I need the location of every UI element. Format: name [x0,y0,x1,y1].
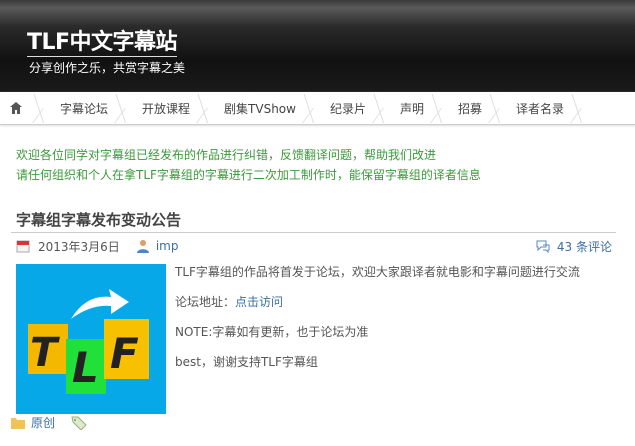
calendar-icon [16,240,30,253]
post-thanks: best，谢谢支持TLF字幕组 [175,355,318,369]
post-author[interactable]: imp [156,239,179,253]
site-tagline: 分享创作之乐，共赏字幕之美 [29,61,186,75]
tlf-logo-image: T L F [28,289,149,394]
forum-link[interactable]: 点击访问 [235,295,283,309]
post-date: 2013年3月6日 [38,239,120,254]
folder-icon [11,417,25,429]
main-nav: 字幕论坛 开放课程 剧集TVShow 纪录片 声明 招募 译者名录 [0,92,635,125]
forum-address-line: 论坛地址：点击访问 [175,295,580,310]
nav-translators[interactable]: 译者名录 [500,92,582,125]
nav-statement[interactable]: 声明 [384,92,442,125]
notice-box: 欢迎各位同学对字幕组已经发布的作品进行纠错，反馈翻译问题，帮助我们改进 请任何组… [16,145,481,185]
post-content: TLF字幕组的作品将首发于论坛，欢迎大家跟译者就电影和字幕问题进行交流 论坛地址… [175,265,580,385]
comments-link[interactable]: 43 条评论 [557,238,612,255]
user-icon [136,240,149,253]
notice-line: 欢迎各位同学对字幕组已经发布的作品进行纠错，反馈翻译问题，帮助我们改进 [16,148,437,162]
comments-icon [536,240,550,253]
divider [11,232,616,233]
nav-courses[interactable]: 开放课程 [126,92,208,125]
category-link[interactable]: 原创 [31,414,55,431]
nav-forum[interactable]: 字幕论坛 [44,92,126,125]
site-header: TLF中文字幕站 分享创作之乐，共赏字幕之美 [0,0,635,92]
nav-home[interactable] [0,92,44,125]
post-title[interactable]: 字幕组字幕发布变动公告 [16,209,181,230]
post-thumbnail[interactable]: T L F [16,264,166,414]
svg-text:T: T [30,330,60,376]
nav-recruit[interactable]: 招募 [442,92,500,125]
forum-label: 论坛地址： [175,295,236,309]
post-footer: 原创 [11,414,87,431]
nav-documentary[interactable]: 纪录片 [314,92,384,125]
svg-text:L: L [72,343,99,392]
post-meta: 2013年3月6日 imp 43 条评论 [16,237,612,255]
post-paragraph: TLF字幕组的作品将首发于论坛，欢迎大家跟译者就电影和字幕问题进行交流 [175,265,580,279]
site-title[interactable]: TLF中文字幕站 [27,30,178,57]
home-icon [10,102,22,114]
notice-line: 请任何组织和个人在拿TLF字幕组的字幕进行二次加工制作时，能保留字幕组的译者信息 [16,168,481,182]
nav-tvshow[interactable]: 剧集TVShow [208,92,314,125]
svg-text:F: F [110,329,139,378]
tag-icon [71,416,87,430]
post-note: NOTE:字幕如有更新，也于论坛为准 [175,325,369,339]
